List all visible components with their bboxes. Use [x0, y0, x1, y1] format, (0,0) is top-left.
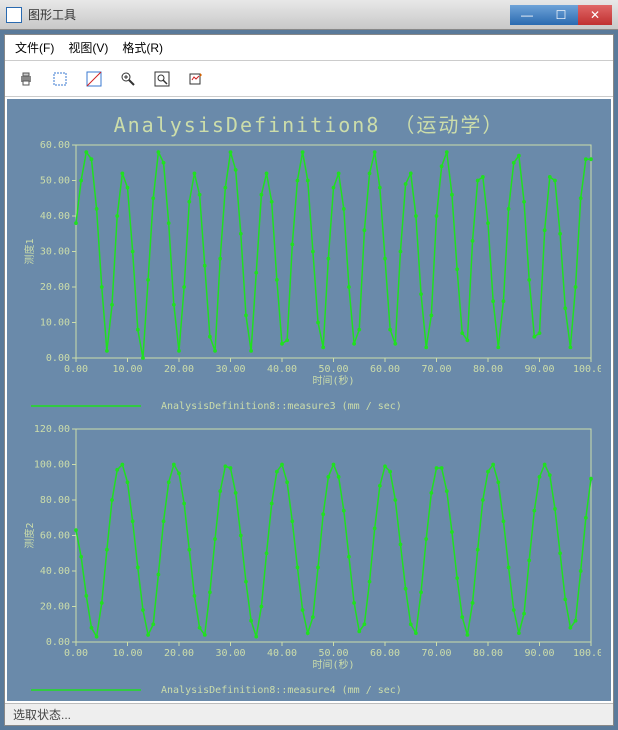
svg-text:40.00: 40.00 — [40, 211, 70, 222]
zoom-fit-button[interactable] — [151, 68, 173, 90]
title-bar: 图形工具 — [0, 0, 618, 30]
chart-main-title: AnalysisDefinition8 （运动学） — [7, 99, 611, 138]
svg-text:60.00: 60.00 — [40, 531, 70, 542]
svg-text:100.00: 100.00 — [34, 460, 70, 471]
svg-text:时间(秒): 时间(秒) — [312, 658, 354, 671]
svg-text:80.00: 80.00 — [473, 364, 503, 375]
select-icon — [52, 71, 68, 87]
svg-text:测度1: 测度1 — [23, 238, 36, 264]
svg-text:40.00: 40.00 — [40, 566, 70, 577]
zoom-fit-icon — [154, 71, 170, 87]
svg-text:100.00: 100.00 — [573, 364, 601, 375]
menu-format[interactable]: 格式(R) — [122, 39, 163, 56]
chart-panel-top[interactable]: 0.00 10.00 20.00 30.00 40.00 50.00 60.00 0.00 10… — [21, 135, 601, 390]
minimize-button[interactable] — [510, 5, 544, 25]
svg-text:50.00: 50.00 — [318, 648, 348, 659]
svg-text:10.00: 10.00 — [40, 318, 70, 329]
svg-text:50.00: 50.00 — [318, 364, 348, 375]
close-button[interactable] — [578, 5, 612, 25]
svg-text:70.00: 70.00 — [421, 648, 451, 659]
menu-file[interactable]: 文件(F) — [15, 39, 54, 56]
toolbar — [5, 61, 613, 97]
print-icon — [18, 71, 34, 87]
svg-text:80.00: 80.00 — [473, 648, 503, 659]
svg-text:40.00: 40.00 — [267, 364, 297, 375]
legend-top: AnalysisDefinition8::measure3 (mm / sec) — [31, 399, 597, 413]
zoom-in-icon — [120, 71, 136, 87]
app-icon — [6, 7, 22, 23]
svg-text:50.00: 50.00 — [40, 176, 70, 187]
svg-text:90.00: 90.00 — [524, 648, 554, 659]
svg-text:0.00: 0.00 — [64, 648, 88, 659]
window-title: 图形工具 — [28, 6, 510, 23]
chart-area: AnalysisDefinition8 （运动学） 0.00 10.00 20.00… — [7, 99, 611, 701]
svg-text:0.00: 0.00 — [46, 637, 70, 648]
svg-text:90.00: 90.00 — [524, 364, 554, 375]
menu-bar: 文件(F) 视图(V) 格式(R) — [5, 35, 613, 61]
svg-text:60.00: 60.00 — [40, 140, 70, 151]
svg-text:10.00: 10.00 — [112, 364, 142, 375]
svg-text:60.00: 60.00 — [370, 648, 400, 659]
svg-text:120.00: 120.00 — [34, 424, 70, 435]
series-label-bottom: AnalysisDefinition8::measure4 (mm / sec) — [161, 685, 402, 696]
svg-text:80.00: 80.00 — [40, 495, 70, 506]
options-button[interactable] — [185, 68, 207, 90]
svg-text:30.00: 30.00 — [215, 364, 245, 375]
legend-bottom: AnalysisDefinition8::measure4 (mm / sec) — [31, 683, 597, 697]
status-text: 选取状态... — [13, 708, 71, 722]
svg-text:100.00: 100.00 — [573, 648, 601, 659]
svg-text:0.00: 0.00 — [64, 364, 88, 375]
zoom-in-button[interactable] — [117, 68, 139, 90]
print-button[interactable] — [15, 68, 37, 90]
maximize-button[interactable] — [544, 5, 578, 25]
svg-text:0.00: 0.00 — [46, 353, 70, 364]
svg-text:10.00: 10.00 — [112, 648, 142, 659]
menu-view[interactable]: 视图(V) — [68, 39, 108, 56]
svg-text:30.00: 30.00 — [40, 247, 70, 258]
svg-text:70.00: 70.00 — [421, 364, 451, 375]
pan-icon — [86, 71, 102, 87]
svg-text:测度2: 测度2 — [23, 522, 36, 548]
svg-text:20.00: 20.00 — [40, 602, 70, 613]
chart-panel-bottom[interactable]: 0.00 20.00 40.00 60.00 80.00 100.00 120.00 0.00… — [21, 419, 601, 674]
svg-text:20.00: 20.00 — [164, 648, 194, 659]
svg-text:30.00: 30.00 — [215, 648, 245, 659]
series-label-top: AnalysisDefinition8::measure3 (mm / sec) — [161, 401, 402, 412]
svg-text:60.00: 60.00 — [370, 364, 400, 375]
select-region-button[interactable] — [49, 68, 71, 90]
svg-text:时间(秒): 时间(秒) — [312, 374, 354, 387]
svg-text:40.00: 40.00 — [267, 648, 297, 659]
status-bar: 选取状态... — [5, 703, 613, 725]
options-icon — [188, 71, 204, 87]
pan-button[interactable] — [83, 68, 105, 90]
svg-text:20.00: 20.00 — [40, 282, 70, 293]
client-area: 文件(F) 视图(V) 格式(R) AnalysisDefinition8 （运… — [4, 34, 614, 726]
svg-text:20.00: 20.00 — [164, 364, 194, 375]
